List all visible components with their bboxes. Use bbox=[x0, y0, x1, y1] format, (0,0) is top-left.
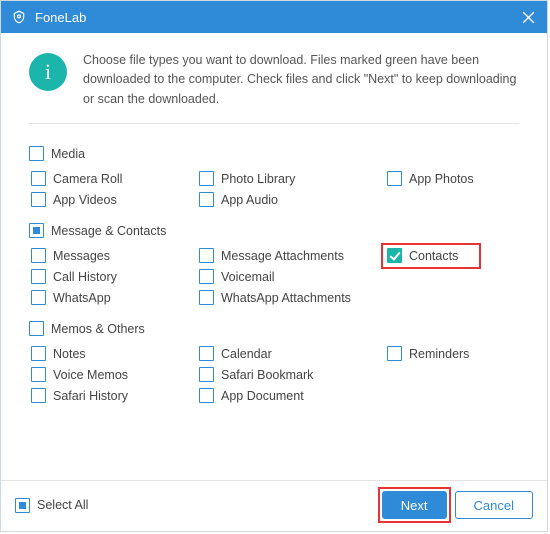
checkbox-icon bbox=[199, 248, 214, 263]
checkbox-icon bbox=[29, 146, 44, 161]
item-notes[interactable]: Notes bbox=[31, 346, 191, 361]
section-title: Memos & Others bbox=[51, 322, 145, 336]
window: FoneLab i Choose file types you want to … bbox=[0, 0, 548, 532]
item-call-history[interactable]: Call History bbox=[31, 269, 191, 284]
cancel-button[interactable]: Cancel bbox=[455, 491, 533, 519]
item-label: WhatsApp Attachments bbox=[221, 291, 351, 305]
checkbox-icon bbox=[199, 192, 214, 207]
checkbox-icon bbox=[31, 388, 46, 403]
item-label: Reminders bbox=[409, 347, 469, 361]
item-app-videos[interactable]: App Videos bbox=[31, 192, 191, 207]
checkbox-icon bbox=[31, 290, 46, 305]
item-label: Camera Roll bbox=[53, 172, 122, 186]
item-contacts[interactable]: Contacts bbox=[387, 248, 519, 263]
section-message-contacts: Message & Contacts Messages Message Atta… bbox=[29, 223, 519, 305]
select-all[interactable]: Select All bbox=[15, 498, 88, 513]
item-label: Contacts bbox=[409, 249, 458, 263]
checkbox-icon bbox=[31, 269, 46, 284]
checkbox-icon bbox=[31, 171, 46, 186]
select-all-label: Select All bbox=[37, 498, 88, 512]
close-icon[interactable] bbox=[519, 8, 537, 26]
item-label: Photo Library bbox=[221, 172, 295, 186]
checkbox-icon bbox=[387, 346, 402, 361]
item-voice-memos[interactable]: Voice Memos bbox=[31, 367, 191, 382]
titlebar: FoneLab bbox=[1, 1, 547, 33]
item-safari-bookmark[interactable]: Safari Bookmark bbox=[199, 367, 379, 382]
checkbox-icon bbox=[31, 367, 46, 382]
checkbox-icon bbox=[15, 498, 30, 513]
checkbox-icon bbox=[31, 192, 46, 207]
info-icon: i bbox=[29, 53, 67, 91]
instructions-text: Choose file types you want to download. … bbox=[83, 51, 519, 109]
item-voicemail[interactable]: Voicemail bbox=[199, 269, 379, 284]
checkbox-icon bbox=[387, 248, 402, 263]
section-memos-others: Memos & Others Notes Calendar Reminders … bbox=[29, 321, 519, 403]
item-messages[interactable]: Messages bbox=[31, 248, 191, 263]
item-label: Notes bbox=[53, 347, 86, 361]
item-photo-library[interactable]: Photo Library bbox=[199, 171, 379, 186]
checkbox-icon bbox=[387, 171, 402, 186]
next-button[interactable]: Next bbox=[382, 491, 447, 519]
item-label: Safari History bbox=[53, 389, 128, 403]
item-whatsapp[interactable]: WhatsApp bbox=[31, 290, 191, 305]
checkbox-icon bbox=[199, 388, 214, 403]
item-label: Voice Memos bbox=[53, 368, 128, 382]
item-safari-history[interactable]: Safari History bbox=[31, 388, 191, 403]
section-title: Media bbox=[51, 147, 85, 161]
item-label: App Audio bbox=[221, 193, 278, 207]
item-app-audio[interactable]: App Audio bbox=[199, 192, 379, 207]
footer: Select All Next Cancel bbox=[1, 480, 547, 531]
checkbox-icon bbox=[199, 367, 214, 382]
item-label: Call History bbox=[53, 270, 117, 284]
section-memos-header[interactable]: Memos & Others bbox=[29, 321, 519, 336]
item-label: Voicemail bbox=[221, 270, 275, 284]
item-label: Message Attachments bbox=[221, 249, 344, 263]
item-label: Safari Bookmark bbox=[221, 368, 313, 382]
shield-icon bbox=[11, 9, 27, 25]
item-message-attachments[interactable]: Message Attachments bbox=[199, 248, 379, 263]
item-reminders[interactable]: Reminders bbox=[387, 346, 519, 361]
item-calendar[interactable]: Calendar bbox=[199, 346, 379, 361]
item-camera-roll[interactable]: Camera Roll bbox=[31, 171, 191, 186]
section-media: Media Camera Roll Photo Library App Phot… bbox=[29, 146, 519, 207]
item-label: Calendar bbox=[221, 347, 272, 361]
item-app-photos[interactable]: App Photos bbox=[387, 171, 519, 186]
item-label: App Photos bbox=[409, 172, 474, 186]
item-label: App Videos bbox=[53, 193, 117, 207]
app-title: FoneLab bbox=[35, 10, 86, 25]
item-label: WhatsApp bbox=[53, 291, 111, 305]
checkbox-icon bbox=[199, 346, 214, 361]
checkbox-icon bbox=[31, 248, 46, 263]
checkbox-icon bbox=[199, 290, 214, 305]
checkbox-icon bbox=[199, 269, 214, 284]
section-media-header[interactable]: Media bbox=[29, 146, 519, 161]
item-label: App Document bbox=[221, 389, 304, 403]
checkbox-icon bbox=[29, 321, 44, 336]
item-whatsapp-attachments[interactable]: WhatsApp Attachments bbox=[199, 290, 379, 305]
item-app-document[interactable]: App Document bbox=[199, 388, 379, 403]
checkbox-icon bbox=[31, 346, 46, 361]
checkbox-icon bbox=[199, 171, 214, 186]
instructions-row: i Choose file types you want to download… bbox=[29, 51, 519, 124]
section-title: Message & Contacts bbox=[51, 224, 166, 238]
item-label: Messages bbox=[53, 249, 110, 263]
section-msgcontacts-header[interactable]: Message & Contacts bbox=[29, 223, 519, 238]
checkbox-icon bbox=[29, 223, 44, 238]
